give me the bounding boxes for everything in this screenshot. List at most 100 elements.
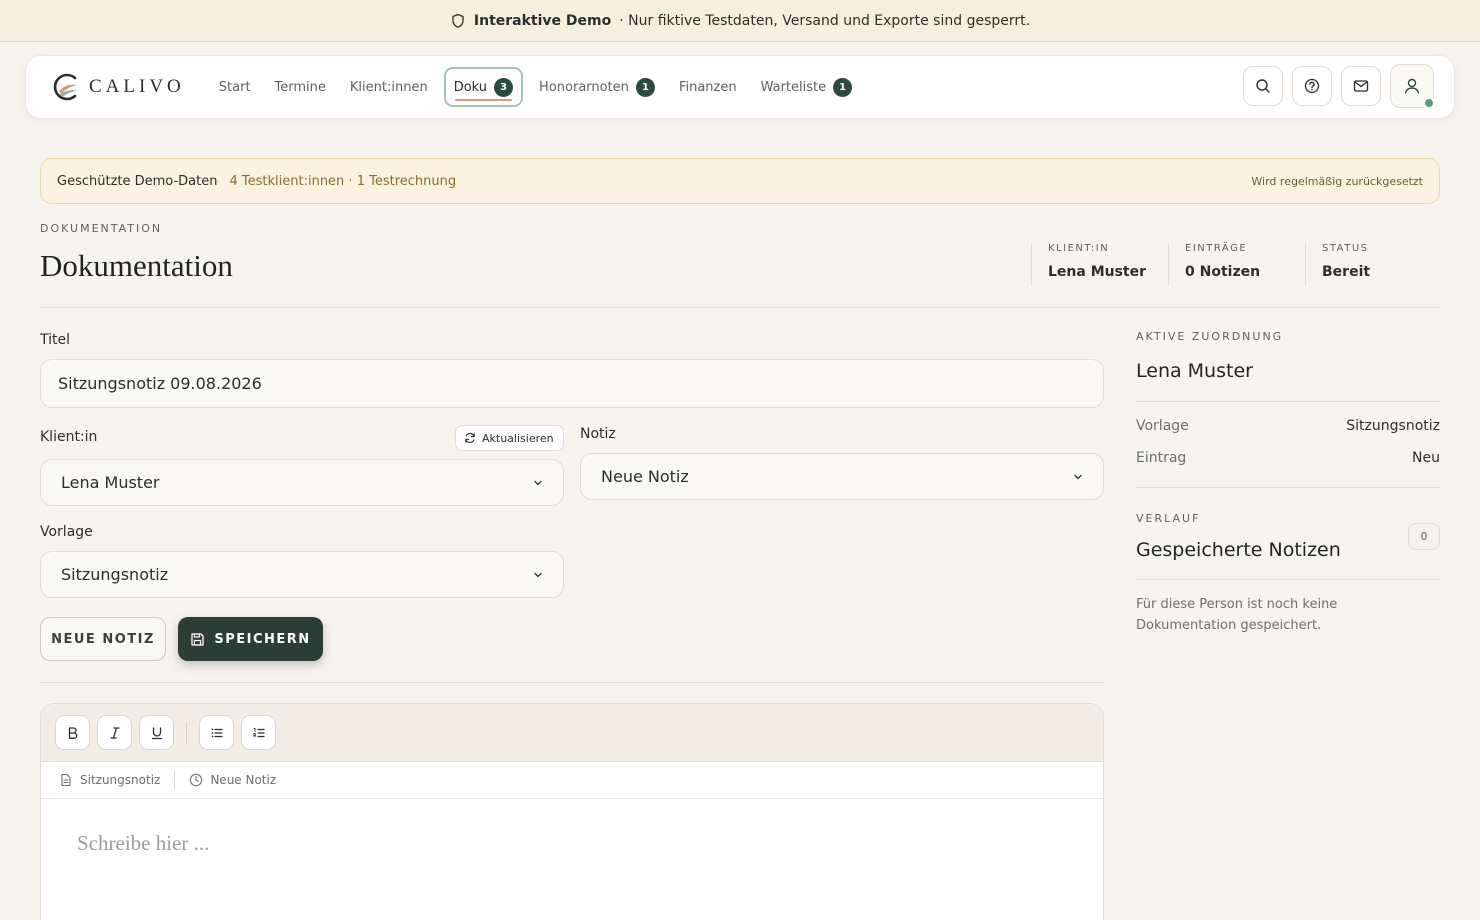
title-input[interactable]: Sitzungsnotiz 09.08.2026 bbox=[40, 359, 1104, 408]
save-label: SPEICHERN bbox=[214, 631, 311, 647]
sidebar-divider bbox=[1136, 579, 1440, 580]
chevron-down-icon bbox=[1073, 472, 1083, 482]
nav-item-label: Finanzen bbox=[678, 79, 737, 95]
stat-entries: EINTRÄGE 0 Notizen bbox=[1168, 243, 1305, 286]
count-badge: 1 bbox=[635, 77, 655, 97]
form-divider bbox=[40, 682, 1104, 683]
client-label: Klient:in bbox=[40, 429, 98, 445]
refresh-label: Aktualisieren bbox=[482, 431, 554, 445]
assignment-row-entry: Eintrag Neu bbox=[1136, 450, 1440, 466]
refresh-icon bbox=[464, 432, 476, 444]
stat-label: KLIENT:IN bbox=[1048, 243, 1110, 254]
rich-text-editor: Sitzungsnotiz Neue Notiz Schreibe hier .… bbox=[40, 703, 1104, 920]
italic-button[interactable] bbox=[97, 715, 132, 750]
banner-message: · Nur fiktive Testdaten, Versand und Exp… bbox=[619, 12, 1031, 29]
meta-separator bbox=[174, 771, 176, 789]
row-value: Neu bbox=[1412, 450, 1440, 466]
assignment-name: Lena Muster bbox=[1136, 360, 1253, 382]
user-icon bbox=[1403, 77, 1421, 95]
page-title: Dokumentation bbox=[40, 248, 233, 283]
save-icon bbox=[190, 632, 205, 647]
meta-entry: Neue Notiz bbox=[189, 773, 276, 787]
header-stats: KLIENT:IN Lena Muster EINTRÄGE 0 Notizen… bbox=[1031, 243, 1442, 286]
refresh-button[interactable]: Aktualisieren bbox=[455, 425, 564, 451]
shield-icon bbox=[450, 13, 466, 29]
brand-logo[interactable]: CALIVO bbox=[51, 71, 185, 103]
nav-item-label: Klient:innen bbox=[349, 79, 428, 95]
nav-item-klientinnen[interactable]: Klient:innen bbox=[338, 67, 440, 107]
brand-name: CALIVO bbox=[89, 76, 185, 97]
nav-item-start[interactable]: Start bbox=[207, 67, 263, 107]
user-menu-button[interactable] bbox=[1390, 64, 1435, 109]
nav-item-label: Honorarnoten bbox=[539, 79, 629, 95]
numbered-list-icon bbox=[252, 726, 266, 740]
new-note-button[interactable]: NEUE NOTIZ bbox=[40, 617, 166, 661]
help-button[interactable] bbox=[1292, 66, 1332, 106]
mail-icon bbox=[1353, 78, 1369, 94]
nav-links: Start Termine Klient:innen Doku 3 Honora… bbox=[207, 67, 864, 107]
assignment-eyebrow: AKTIVE ZUORDNUNG bbox=[1136, 330, 1284, 343]
row-key: Vorlage bbox=[1136, 418, 1189, 434]
notice-reset-note: Wird regelmäßig zurückgesetzt bbox=[1251, 174, 1423, 188]
nav-item-label: Start bbox=[218, 79, 251, 95]
client-select-value: Lena Muster bbox=[61, 473, 160, 492]
bold-icon bbox=[66, 726, 80, 740]
history-count-badge: 0 bbox=[1408, 523, 1440, 550]
meta-template-label: Sitzungsnotiz bbox=[80, 773, 161, 787]
nav-item-label: Termine bbox=[274, 79, 326, 95]
nav-item-doku[interactable]: Doku 3 bbox=[443, 67, 524, 107]
client-select[interactable]: Lena Muster bbox=[40, 459, 564, 506]
stat-label: EINTRÄGE bbox=[1185, 243, 1248, 254]
editor-toolbar bbox=[41, 704, 1103, 762]
bullet-list-icon bbox=[210, 726, 224, 740]
nav-item-honorarnoten[interactable]: Honorarnoten 1 bbox=[527, 67, 667, 107]
nav-item-termine[interactable]: Termine bbox=[263, 67, 338, 107]
bold-button[interactable] bbox=[55, 715, 90, 750]
demo-banner: Interaktive Demo · Nur fiktive Testdaten… bbox=[0, 0, 1480, 42]
help-icon bbox=[1304, 78, 1320, 94]
template-select-value: Sitzungsnotiz bbox=[61, 565, 169, 584]
chevron-down-icon bbox=[533, 570, 543, 580]
nav-item-label: Warteliste bbox=[760, 79, 827, 95]
editor-meta-bar: Sitzungsnotiz Neue Notiz bbox=[41, 762, 1103, 799]
stat-label: STATUS bbox=[1322, 243, 1369, 254]
logo-icon bbox=[51, 71, 81, 103]
row-key: Eintrag bbox=[1136, 450, 1187, 466]
stat-client: KLIENT:IN Lena Muster bbox=[1031, 243, 1168, 286]
italic-icon bbox=[108, 726, 122, 740]
editor-text-area[interactable]: Schreibe hier ... bbox=[41, 799, 1103, 888]
template-select[interactable]: Sitzungsnotiz bbox=[40, 551, 564, 598]
search-button[interactable] bbox=[1243, 66, 1283, 106]
sidebar-divider bbox=[1136, 487, 1440, 488]
template-label: Vorlage bbox=[40, 524, 93, 540]
history-title: Gespeicherte Notizen bbox=[1136, 539, 1341, 561]
toolbar-separator bbox=[186, 721, 187, 744]
banner-title: Interaktive Demo bbox=[473, 12, 612, 29]
history-eyebrow: VERLAUF bbox=[1136, 512, 1201, 525]
underline-icon bbox=[150, 726, 164, 740]
meta-template: Sitzungsnotiz bbox=[59, 773, 160, 787]
notice-title: Geschützte Demo-Daten bbox=[57, 173, 218, 189]
sidebar-divider bbox=[1136, 401, 1440, 402]
nav-item-label: Doku bbox=[453, 79, 488, 95]
mail-button[interactable] bbox=[1341, 66, 1381, 106]
main-nav: CALIVO Start Termine Klient:innen Doku 3… bbox=[25, 55, 1455, 119]
assignment-row-template: Vorlage Sitzungsnotiz bbox=[1136, 418, 1440, 434]
clock-icon bbox=[189, 773, 203, 787]
bullet-list-button[interactable] bbox=[199, 715, 234, 750]
row-value: Sitzungsnotiz bbox=[1346, 418, 1440, 434]
page-eyebrow: DOKUMENTATION bbox=[40, 222, 163, 235]
note-label: Notiz bbox=[580, 426, 616, 442]
note-select-value: Neue Notiz bbox=[601, 467, 689, 486]
title-label: Titel bbox=[40, 332, 71, 348]
nav-item-finanzen[interactable]: Finanzen bbox=[667, 67, 749, 107]
underline-button[interactable] bbox=[139, 715, 174, 750]
nav-item-warteliste[interactable]: Warteliste 1 bbox=[749, 67, 865, 107]
note-select[interactable]: Neue Notiz bbox=[580, 453, 1104, 500]
document-icon bbox=[59, 773, 73, 787]
save-button[interactable]: SPEICHERN bbox=[178, 617, 323, 661]
notice-info: 4 Testklient:innen · 1 Testrechnung bbox=[229, 173, 457, 189]
stat-value: 0 Notizen bbox=[1185, 264, 1261, 280]
numbered-list-button[interactable] bbox=[241, 715, 276, 750]
stat-status: STATUS Bereit bbox=[1305, 243, 1442, 286]
